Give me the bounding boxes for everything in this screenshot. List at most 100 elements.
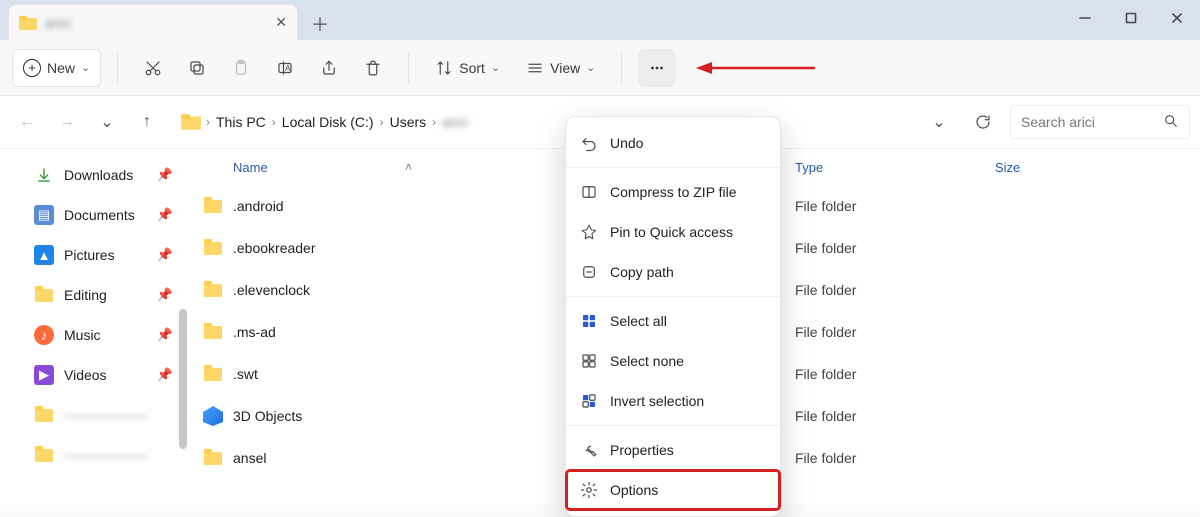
new-button[interactable]: + New ⌄ — [12, 49, 101, 87]
close-tab-icon[interactable]: ✕ — [275, 14, 287, 31]
menu-compress-zip[interactable]: Compress to ZIP file — [566, 172, 780, 212]
forward-button[interactable]: → — [50, 105, 84, 139]
breadcrumb[interactable]: › This PC › Local Disk (C:) › Users › ar… — [182, 114, 916, 130]
search-placeholder: Search arici — [1021, 114, 1095, 130]
sidebar-item-documents[interactable]: ▤Documents📌 — [0, 195, 185, 235]
folder-icon — [34, 405, 54, 425]
file-name: .ms-ad — [233, 324, 276, 340]
folder-icon — [203, 448, 223, 468]
toolbar: + New ⌄ A Sort ⌄ View ⌄ — [0, 40, 1200, 96]
menu-copy-path[interactable]: Copy path — [566, 252, 780, 292]
crumb[interactable]: Users — [390, 114, 427, 130]
scissors-icon — [144, 59, 162, 77]
wrench-icon — [580, 441, 598, 459]
refresh-button[interactable] — [966, 105, 1000, 139]
file-type: File folder — [795, 366, 995, 382]
separator — [408, 53, 409, 83]
close-button[interactable] — [1154, 0, 1200, 36]
folder-icon — [203, 196, 223, 216]
back-button[interactable]: ← — [10, 105, 44, 139]
chevron-down-icon: ⌄ — [586, 61, 595, 74]
rename-button[interactable]: A — [266, 49, 304, 87]
pictures-icon: ▲ — [34, 245, 54, 265]
gear-icon — [580, 481, 598, 499]
more-menu: Undo Compress to ZIP file Pin to Quick a… — [565, 116, 781, 517]
undo-icon — [580, 134, 598, 152]
menu-options[interactable]: Options — [566, 470, 780, 510]
address-dropdown[interactable]: ⌄ — [922, 105, 956, 139]
menu-separator — [566, 167, 780, 168]
more-button[interactable] — [638, 49, 676, 87]
copy-button[interactable] — [178, 49, 216, 87]
menu-properties[interactable]: Properties — [566, 430, 780, 470]
file-type: File folder — [795, 408, 995, 424]
chevron-right-icon: › — [206, 115, 210, 129]
chevron-down-icon: ⌄ — [491, 61, 500, 74]
up-button[interactable]: ↑ — [130, 105, 164, 139]
column-size[interactable]: Size — [995, 160, 1200, 175]
file-type: File folder — [795, 198, 995, 214]
pin-icon: 📌 — [157, 247, 173, 263]
select-all-icon — [580, 312, 598, 330]
pin-icon — [580, 223, 598, 241]
refresh-icon — [974, 113, 992, 131]
sidebar-item-music[interactable]: ♪Music📌 — [0, 315, 185, 355]
titlebar: arici ✕ ＋ — [0, 0, 1200, 40]
invert-selection-icon — [580, 392, 598, 410]
sidebar-item-downloads[interactable]: Downloads📌 — [0, 155, 185, 195]
folder-icon — [34, 445, 54, 465]
folder-icon — [203, 322, 223, 342]
delete-button[interactable] — [354, 49, 392, 87]
menu-pin-quick-access[interactable]: Pin to Quick access — [566, 212, 780, 252]
window-controls — [1062, 0, 1200, 36]
sidebar-item[interactable]: —————— — [0, 395, 185, 435]
separator — [117, 53, 118, 83]
search-icon — [1163, 113, 1179, 132]
pin-icon: 📌 — [157, 327, 173, 343]
folder-icon — [181, 114, 201, 129]
search-input[interactable]: Search arici — [1010, 105, 1190, 139]
file-name: ansel — [233, 450, 266, 466]
chevron-down-icon: ⌄ — [81, 61, 90, 74]
window-tab[interactable]: arici ✕ — [8, 4, 298, 40]
file-name: .elevenclock — [233, 282, 310, 298]
menu-separator — [566, 296, 780, 297]
pin-icon: 📌 — [157, 167, 173, 183]
sidebar-item[interactable]: —————— — [0, 435, 185, 475]
cut-button[interactable] — [134, 49, 172, 87]
select-none-icon — [580, 352, 598, 370]
folder-icon — [19, 16, 37, 30]
file-name: .ebookreader — [233, 240, 316, 256]
recent-button[interactable]: ⌄ — [90, 105, 124, 139]
file-type: File folder — [795, 450, 995, 466]
copy-path-icon — [580, 263, 598, 281]
svg-text:A: A — [285, 64, 291, 73]
pin-icon: 📌 — [157, 367, 173, 383]
rename-icon: A — [276, 59, 294, 77]
menu-select-none[interactable]: Select none — [566, 341, 780, 381]
share-button[interactable] — [310, 49, 348, 87]
menu-undo[interactable]: Undo — [566, 123, 780, 163]
sidebar-item-videos[interactable]: ▶Videos📌 — [0, 355, 185, 395]
menu-invert-selection[interactable]: Invert selection — [566, 381, 780, 421]
maximize-button[interactable] — [1108, 0, 1154, 36]
navigation-pane: Downloads📌 ▤Documents📌 ▲Pictures📌 Editin… — [0, 149, 185, 505]
minimize-button[interactable] — [1062, 0, 1108, 36]
sort-button[interactable]: Sort ⌄ — [425, 49, 510, 87]
videos-icon: ▶ — [34, 365, 54, 385]
crumb[interactable]: This PC — [216, 114, 266, 130]
pin-icon: 📌 — [157, 207, 173, 223]
annotation-arrow — [696, 58, 816, 78]
sort-icon — [435, 59, 453, 77]
copy-icon — [188, 59, 206, 77]
new-tab-button[interactable]: ＋ — [304, 8, 336, 40]
paste-button[interactable] — [222, 49, 260, 87]
sidebar-item-editing[interactable]: Editing📌 — [0, 275, 185, 315]
crumb[interactable]: Local Disk (C:) — [282, 114, 374, 130]
column-type[interactable]: Type — [795, 160, 995, 175]
crumb-current[interactable]: arici — [442, 114, 468, 130]
view-button[interactable]: View ⌄ — [516, 49, 605, 87]
menu-select-all[interactable]: Select all — [566, 301, 780, 341]
sidebar-item-pictures[interactable]: ▲Pictures📌 — [0, 235, 185, 275]
view-label: View — [550, 60, 580, 76]
